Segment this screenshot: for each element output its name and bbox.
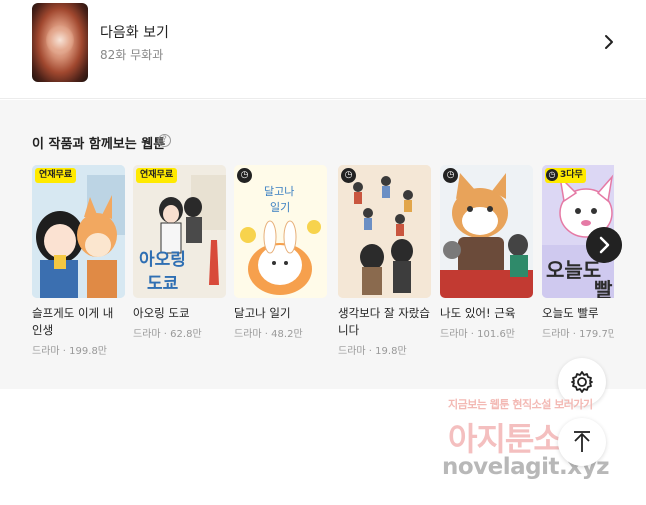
webtoon-title: 달고나 일기 <box>234 306 291 320</box>
svg-text:오늘도: 오늘도 <box>546 258 601 282</box>
carousel-next-button[interactable] <box>586 227 622 263</box>
svg-text:빨: 빨 <box>594 278 613 298</box>
question-circle-icon[interactable]: ? <box>158 134 171 147</box>
clock-icon: ◷ <box>546 168 558 181</box>
webtoon-meta: 드라마 · 48.2만 <box>234 329 303 340</box>
webtoon-title: 슬프게도 이게 내 인생 <box>32 306 114 337</box>
webtoon-meta: 드라마 · 199.8만 <box>32 346 107 357</box>
webtoon-meta: 드라마 · 179.7만 <box>542 329 614 340</box>
webtoon-card[interactable]: ◷ 생각보다 잘 자랐습니다 드라마 · 19.8만 <box>338 165 431 357</box>
webtoon-meta: 드라마 · 62.8만 <box>133 329 202 340</box>
webtoon-card[interactable]: ◷ 나도 있어! 근육 드라마 · 101.6만 <box>440 165 533 340</box>
clock-icon: ◷ <box>237 168 252 183</box>
webtoon-card[interactable]: 아오링 도쿄 연재무료 아오링 도쿄 드라마 · 62.8만 <box>133 165 226 340</box>
webtoon-cover[interactable]: 달고나 일기 ◷ <box>234 165 327 298</box>
webtoon-cover[interactable]: 연재무료 <box>32 165 125 298</box>
webtoon-meta: 드라마 · 101.6만 <box>440 329 515 340</box>
clock-icon: ◷ <box>341 168 356 183</box>
svg-text:도쿄: 도쿄 <box>147 274 179 294</box>
webtoon-cover[interactable]: 아오링 도쿄 연재무료 <box>133 165 226 298</box>
webtoon-title: 나도 있어! 근육 <box>440 306 516 320</box>
webtoon-cover[interactable]: ◷ <box>440 165 533 298</box>
webtoon-carousel: 연재무료 슬프게도 이게 내 인생 드라마 · 199.8만 아오링 도쿄 연재… <box>32 165 614 375</box>
webtoon-title: 생각보다 잘 자랐습니다 <box>338 306 430 337</box>
scroll-top-button[interactable] <box>558 418 606 466</box>
webtoon-card[interactable]: 연재무료 슬프게도 이게 내 인생 드라마 · 199.8만 <box>32 165 125 357</box>
episode-thumbnail <box>32 3 88 82</box>
chevron-right-icon[interactable] <box>600 32 618 52</box>
svg-text:일기: 일기 <box>270 200 290 214</box>
next-episode-title: 다음화 보기 <box>100 25 169 41</box>
recommendation-section: 이 작품과 함께보는 웹툰 ? 연재무료 슬프게도 이게 내 인생 드라마 · … <box>0 100 646 389</box>
clock-icon: ◷ <box>443 168 458 183</box>
free-badge: 연재무료 <box>136 168 178 183</box>
watermark-tagline: 지금보는 웹툰 현직소설 보러가기 <box>448 398 593 411</box>
wait-free-badge: ◷ 3다무 <box>545 168 586 183</box>
webtoon-title: 오늘도 빨루 <box>542 306 599 320</box>
webtoon-card[interactable]: 달고나 일기 ◷ 달고나 일기 드라마 · 48.2만 <box>234 165 327 340</box>
next-episode-subtitle: 82화 무화과 <box>100 48 164 62</box>
webtoon-cover[interactable]: ◷ <box>338 165 431 298</box>
svg-text:달고나: 달고나 <box>264 185 294 198</box>
next-episode-row[interactable]: 다음화 보기 82화 무화과 <box>0 0 646 99</box>
webtoon-meta: 드라마 · 19.8만 <box>338 346 407 357</box>
free-badge: 연재무료 <box>35 168 77 183</box>
arrow-up-icon <box>574 431 590 452</box>
webtoon-title: 아오링 도쿄 <box>133 306 190 320</box>
svg-text:아오링: 아오링 <box>139 250 186 270</box>
section-heading: 이 작품과 함께보는 웹툰 <box>32 137 166 152</box>
watermark: 지금보는 웹툰 현직소설 보러가기 아지툰소설 novelagit.xyz <box>440 392 640 487</box>
